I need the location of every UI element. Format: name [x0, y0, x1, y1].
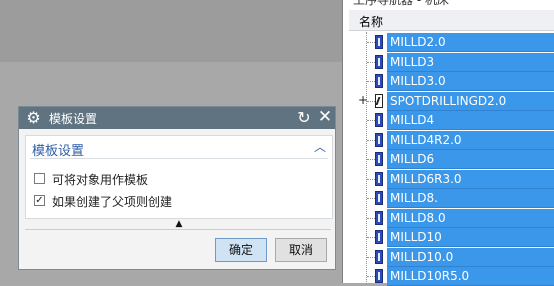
mill-operation-icon: [375, 113, 383, 127]
mill-operation-icon: [375, 250, 383, 264]
operation-name: MILLD3.0: [390, 74, 446, 88]
tree-connector: [367, 120, 375, 121]
tree-connector: [367, 42, 375, 43]
mill-operation-icon: [375, 191, 383, 205]
template-settings-dialog: ⚙ 模板设置 ↻ ✕ 模板设置 ︿ 可将对象用作模板 ✓ 如果创建了父项则创建 …: [18, 106, 336, 270]
operation-name: MILLD4R2.0: [390, 133, 462, 147]
option-use-as-template[interactable]: 可将对象用作模板: [34, 171, 324, 189]
gear-icon: ⚙: [26, 108, 41, 127]
ok-button[interactable]: 确定: [215, 238, 267, 262]
mill-operation-icon: [375, 269, 383, 283]
tree-connector: [367, 62, 375, 63]
mill-operation-icon: [375, 133, 383, 147]
tree-connector: [367, 237, 375, 238]
dialog-titlebar[interactable]: ⚙ 模板设置 ↻ ✕: [19, 107, 335, 129]
triangle-up-icon[interactable]: ▲: [173, 219, 185, 229]
navigator-title: 工序导航器 - 机床: [353, 0, 449, 7]
create-if-parent-checkbox[interactable]: ✓: [34, 195, 45, 206]
operation-row[interactable]: MILLD2.0: [343, 33, 554, 52]
mill-operation-icon: [375, 55, 383, 69]
mill-operation-icon: [375, 152, 383, 166]
mill-operation-icon: [375, 172, 383, 186]
use-as-template-checkbox[interactable]: [34, 173, 45, 184]
dialog-divider: [25, 229, 331, 230]
mill-operation-icon: [375, 35, 383, 49]
template-settings-group: 模板设置 ︿ 可将对象用作模板 ✓ 如果创建了父项则创建: [25, 135, 333, 219]
tree-connector: [367, 140, 375, 141]
operation-row[interactable]: MILLD3: [343, 53, 554, 72]
operation-row[interactable]: MILLD6: [343, 150, 554, 169]
create-if-parent-label: 如果创建了父项则创建: [52, 195, 173, 209]
tree-connector: [367, 179, 375, 180]
operation-row[interactable]: MILLD4: [343, 111, 554, 130]
tree-connector: [367, 101, 375, 102]
operation-row[interactable]: MILLD8.0: [343, 209, 554, 228]
operation-name: MILLD10.0: [390, 250, 454, 264]
operation-name: MILLD2.0: [390, 35, 446, 49]
operation-name: MILLD3: [390, 55, 435, 69]
mill-operation-icon: [375, 211, 383, 225]
operation-row[interactable]: MILLD10.0: [343, 248, 554, 267]
column-header-label: 名称: [359, 15, 384, 29]
operation-row[interactable]: MILLD6R3.0: [343, 170, 554, 189]
navigator-title-strip: 工序导航器 - 机床: [343, 0, 554, 8]
close-icon[interactable]: ✕: [316, 108, 334, 127]
tree-connector: [367, 81, 375, 82]
operation-name: MILLD4: [390, 113, 435, 127]
mill-operation-icon: [375, 74, 383, 88]
operation-row[interactable]: MILLD4R2.0: [343, 131, 554, 150]
tree-connector: [367, 257, 375, 258]
operation-name: MILLD8.0: [390, 211, 446, 225]
operation-row[interactable]: MILLD10: [343, 228, 554, 247]
drill-operation-icon: [375, 94, 383, 108]
column-header-name[interactable]: 名称: [349, 10, 554, 31]
operation-name: MILLD6: [390, 152, 435, 166]
operation-navigator: 工序导航器 - 机床 名称 MILLD2.0 MILLD3 MILLD3.0 + SPO…: [342, 0, 554, 286]
mill-operation-icon: [375, 230, 383, 244]
group-title[interactable]: 模板设置: [32, 140, 84, 159]
tree-connector: [367, 218, 375, 219]
group-divider: [30, 158, 328, 159]
operation-name: MILLD8.: [390, 191, 438, 205]
chevron-up-icon[interactable]: ︿: [312, 139, 328, 155]
tree-connector: [367, 276, 375, 277]
use-as-template-label: 可将对象用作模板: [52, 173, 149, 187]
graphics-area-band: [0, 0, 342, 62]
operation-name: MILLD10: [390, 230, 442, 244]
tree-connector: [367, 159, 375, 160]
operation-row[interactable]: MILLD8.: [343, 189, 554, 208]
cancel-button[interactable]: 取消: [275, 238, 327, 262]
reset-icon[interactable]: ↻: [295, 108, 313, 127]
operation-name: SPOTDRILLINGD2.0: [390, 94, 507, 108]
operation-name: MILLD6R3.0: [390, 172, 462, 186]
dialog-title: 模板设置: [49, 112, 98, 126]
option-create-if-parent-created[interactable]: ✓ 如果创建了父项则创建: [34, 193, 324, 211]
expand-icon[interactable]: +: [357, 93, 369, 107]
operation-name: MILLD10R5.0: [390, 269, 470, 283]
tree-connector: [367, 198, 375, 199]
operation-row[interactable]: MILLD3.0: [343, 72, 554, 91]
operation-row[interactable]: + SPOTDRILLINGD2.0: [343, 92, 554, 111]
operation-row[interactable]: MILLD10R5.0: [343, 267, 554, 286]
